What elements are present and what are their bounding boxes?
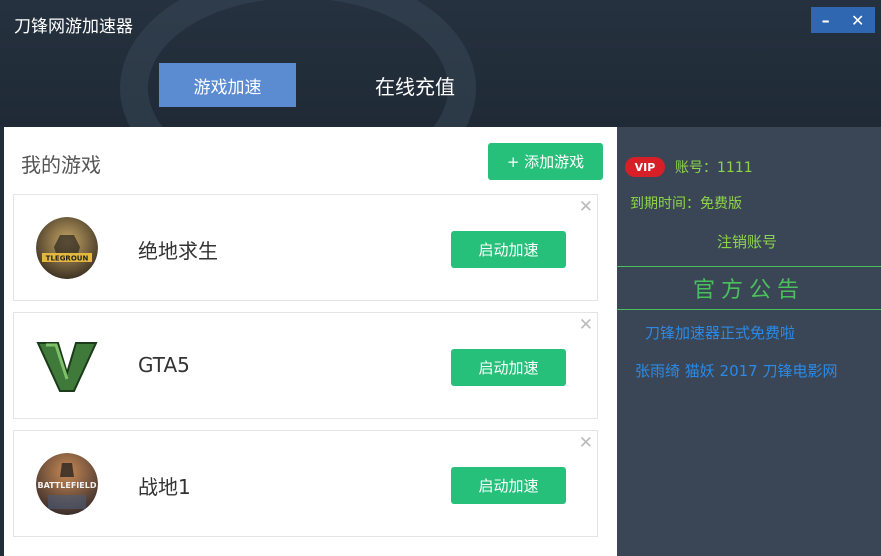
game-card-gta5: ✕ GTA5 启动加速 bbox=[13, 312, 598, 419]
game-name: GTA5 bbox=[138, 353, 190, 377]
my-games-title: 我的游戏 bbox=[21, 153, 101, 177]
start-accelerate-button[interactable]: 启动加速 bbox=[451, 349, 566, 386]
remove-game-close-icon[interactable]: ✕ bbox=[579, 315, 593, 335]
news-link[interactable]: 张雨绮 猫妖 2017 刀锋电影网 bbox=[635, 360, 837, 381]
game-name: 绝地求生 bbox=[138, 239, 218, 263]
close-button[interactable]: ✕ bbox=[851, 11, 864, 30]
svg-text:TLEGROUN: TLEGROUN bbox=[46, 255, 89, 263]
game-name: 战地1 bbox=[138, 475, 191, 499]
window-controls: – ✕ bbox=[811, 7, 875, 33]
minimize-button[interactable]: – bbox=[822, 11, 830, 30]
gta5-icon bbox=[36, 335, 98, 397]
remove-game-close-icon[interactable]: ✕ bbox=[579, 197, 593, 217]
expire-label: 到期时间：免费版 bbox=[630, 196, 742, 212]
my-games-panel: 我的游戏 + 添加游戏 ✕ TLEGROUN 绝地求生 启动加速 ✕ GTA5 … bbox=[4, 127, 617, 556]
announcement-title: 官方公告 bbox=[617, 266, 881, 310]
news-link[interactable]: 刀锋加速器正式免费啦 bbox=[645, 322, 795, 343]
tab-game-accelerate[interactable]: 游戏加速 bbox=[159, 63, 296, 107]
svg-text:BATTLEFIELD: BATTLEFIELD bbox=[38, 481, 97, 490]
logout-link[interactable]: 注销账号 bbox=[717, 231, 777, 252]
app-window: 刀锋网游加速器 – ✕ 游戏加速 在线充值 我的游戏 + 添加游戏 ✕ TLEG… bbox=[0, 0, 881, 556]
game-card-battlefield1: ✕ BATTLEFIELD 战地1 启动加速 bbox=[13, 430, 598, 537]
tab-online-recharge[interactable]: 在线充值 bbox=[360, 63, 470, 107]
account-label: 账号：1111 bbox=[675, 160, 753, 176]
start-accelerate-button[interactable]: 启动加速 bbox=[451, 467, 566, 504]
pubg-icon: TLEGROUN bbox=[36, 217, 98, 279]
remove-game-close-icon[interactable]: ✕ bbox=[579, 433, 593, 453]
game-card-pubg: ✕ TLEGROUN 绝地求生 启动加速 bbox=[13, 194, 598, 301]
battlefield-icon: BATTLEFIELD bbox=[36, 453, 98, 515]
add-game-button[interactable]: + 添加游戏 bbox=[488, 143, 603, 180]
app-title: 刀锋网游加速器 bbox=[14, 17, 133, 37]
vip-badge: VIP bbox=[625, 157, 665, 177]
start-accelerate-button[interactable]: 启动加速 bbox=[451, 231, 566, 268]
header: 刀锋网游加速器 – ✕ 游戏加速 在线充值 bbox=[0, 0, 881, 206]
account-sidebar: VIP 账号：1111 到期时间：免费版 注销账号 官方公告 刀锋加速器正式免费… bbox=[617, 127, 881, 556]
